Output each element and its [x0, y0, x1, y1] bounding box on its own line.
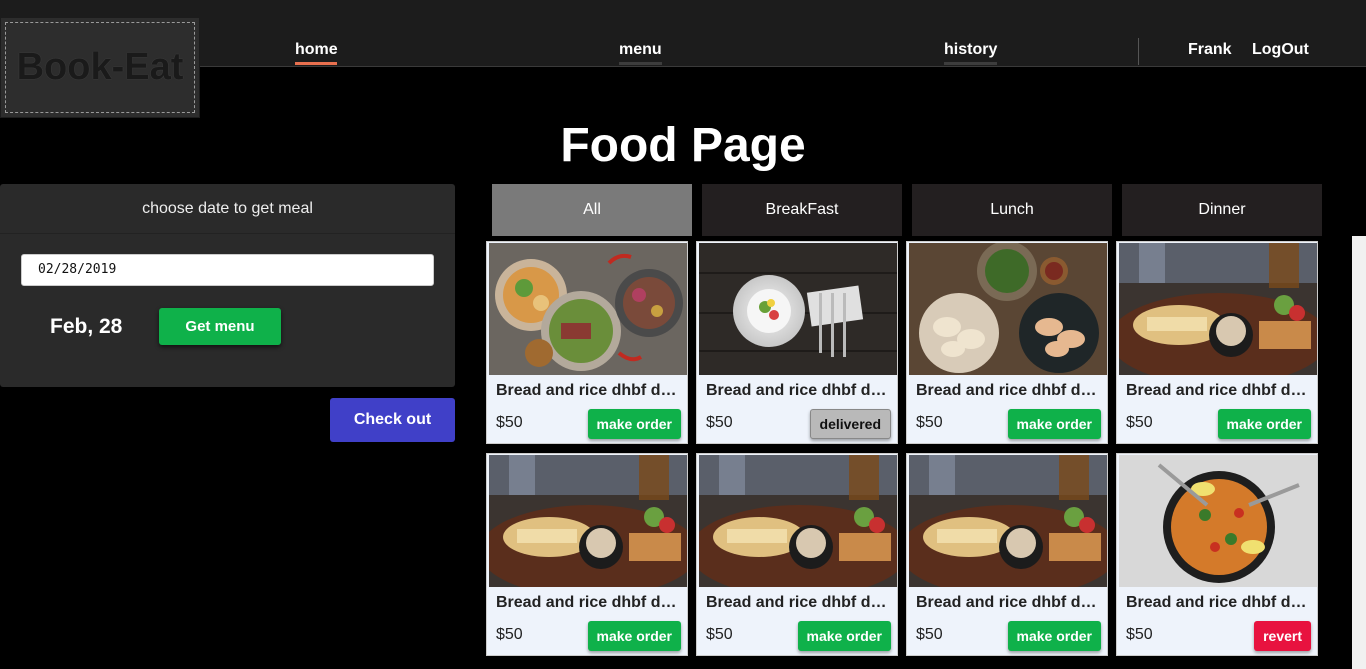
- top-navbar: home menu history Frank LogOut: [0, 0, 1366, 67]
- user-name-link[interactable]: Frank: [1188, 41, 1232, 59]
- tab-breakfast[interactable]: BreakFast: [702, 184, 902, 236]
- nav-home-underline: [295, 62, 337, 65]
- brand-logo[interactable]: Book-Eat: [0, 17, 200, 118]
- date-panel-header: choose date to get meal: [0, 184, 455, 234]
- food-price: $50: [706, 414, 733, 431]
- food-photo: [1119, 243, 1317, 375]
- tab-all[interactable]: All: [492, 184, 692, 236]
- food-title: Bread and rice dhbf dsfsdfsdf: [916, 594, 1102, 611]
- food-title: Bread and rice dhbf dsfsdfsdf: [496, 594, 682, 611]
- date-input[interactable]: 02/28/2019: [21, 254, 434, 286]
- food-photo: [909, 243, 1107, 375]
- nav-history-link[interactable]: history: [944, 41, 997, 59]
- food-price: $50: [916, 414, 943, 431]
- food-title: Bread and rice dhbf dsfsdfsdf: [916, 382, 1102, 399]
- food-price: $50: [496, 414, 523, 431]
- date-panel: choose date to get meal 02/28/2019 Feb, …: [0, 184, 455, 387]
- food-card: Bread and rice dhbf dsfsdfsdf $50 make o…: [696, 453, 898, 656]
- brand-logo-text: Book-Eat: [5, 22, 195, 113]
- food-card: Bread and rice dhbf dsfsdfsdf $50 revert: [1116, 453, 1318, 656]
- food-card: Bread and rice dhbf dsfsdfsdf $50 make o…: [486, 241, 688, 444]
- food-title: Bread and rice dhbf dsfsdfsdf: [706, 382, 892, 399]
- page-title: Food Page: [560, 119, 806, 172]
- food-price: $50: [916, 626, 943, 643]
- nav-divider: [1138, 38, 1139, 65]
- nav-home-link[interactable]: home: [295, 41, 338, 59]
- food-card: Bread and rice dhbf dsfsdfsdf $50 delive…: [696, 241, 898, 444]
- tab-dinner[interactable]: Dinner: [1122, 184, 1322, 236]
- checkout-button[interactable]: Check out: [330, 398, 455, 442]
- tab-lunch[interactable]: Lunch: [912, 184, 1112, 236]
- food-card: Bread and rice dhbf dsfsdfsdf $50 make o…: [906, 453, 1108, 656]
- food-photo: [909, 455, 1107, 587]
- food-price: $50: [1126, 414, 1153, 431]
- food-price: $50: [1126, 626, 1153, 643]
- make-order-button[interactable]: make order: [1217, 409, 1311, 439]
- food-photo: [699, 455, 897, 587]
- make-order-button[interactable]: make order: [587, 409, 681, 439]
- food-photo: [699, 243, 897, 375]
- revert-button[interactable]: revert: [1254, 621, 1311, 651]
- food-photo: [489, 455, 687, 587]
- food-card: Bread and rice dhbf dsfsdfsdf $50 make o…: [486, 453, 688, 656]
- nav-menu-link[interactable]: menu: [619, 41, 662, 59]
- food-title: Bread and rice dhbf dsfsdfsdf: [496, 382, 682, 399]
- make-order-button[interactable]: make order: [1007, 409, 1101, 439]
- make-order-button[interactable]: make order: [587, 621, 681, 651]
- food-title: Bread and rice dhbf dsfsdfsdf: [1126, 594, 1312, 611]
- food-card: Bread and rice dhbf dsfsdfsdf $50 make o…: [1116, 241, 1318, 444]
- make-order-button[interactable]: make order: [1007, 621, 1101, 651]
- food-title: Bread and rice dhbf dsfsdfsdf: [1126, 382, 1312, 399]
- selected-date-label: Feb, 28: [50, 315, 123, 338]
- food-photo: [1119, 455, 1317, 587]
- page-scrollbar[interactable]: [1352, 236, 1366, 669]
- make-order-button[interactable]: make order: [797, 621, 891, 651]
- delivered-button[interactable]: delivered: [809, 409, 891, 439]
- get-menu-button[interactable]: Get menu: [159, 308, 281, 345]
- food-price: $50: [706, 626, 733, 643]
- logout-link[interactable]: LogOut: [1252, 41, 1309, 59]
- food-photo: [489, 243, 687, 375]
- nav-history-underline: [944, 62, 997, 65]
- food-price: $50: [496, 626, 523, 643]
- food-title: Bread and rice dhbf dsfsdfsdf: [706, 594, 892, 611]
- food-card: Bread and rice dhbf dsfsdfsdf $50 make o…: [906, 241, 1108, 444]
- nav-menu-underline: [619, 62, 662, 65]
